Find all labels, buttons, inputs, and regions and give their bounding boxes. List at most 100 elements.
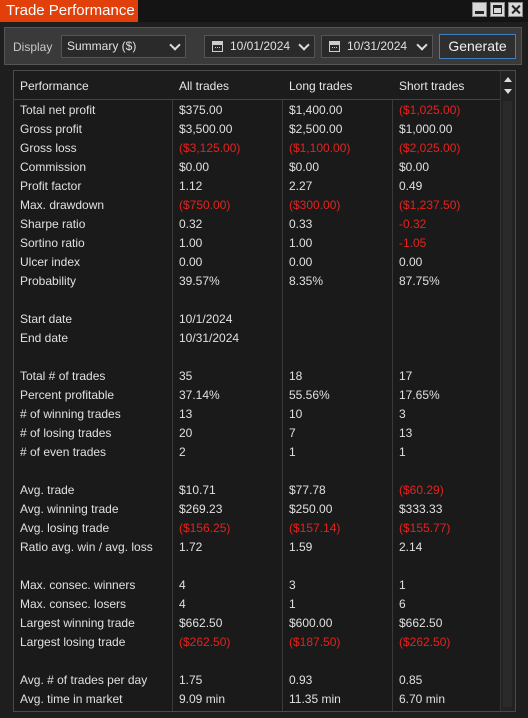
short-trades-value: -0.32 — [399, 217, 427, 231]
all-trades-value: ($750.00) — [179, 198, 231, 212]
all-trades-value: 9.09 min — [179, 692, 226, 706]
row-label: Total # of trades — [20, 369, 106, 383]
short-trades-value: $1,000.00 — [399, 122, 453, 136]
all-trades-value: 20 — [179, 426, 193, 440]
table-row[interactable]: Max. drawdown ($750.00) ($300.00) ($1,237.5… — [14, 195, 502, 214]
table-row[interactable]: Commission $0.00 $0.00 $0.00 — [14, 157, 502, 176]
table-row[interactable]: End date 10/31/2024 — [14, 328, 502, 347]
table-row[interactable] — [14, 461, 502, 480]
close-icon[interactable] — [508, 2, 523, 17]
table-row[interactable]: Avg. winning trade $269.23 $250.00 $333.33 — [14, 499, 502, 518]
column-header-long-trades[interactable]: Long trades — [289, 79, 352, 93]
all-trades-value: 2 — [179, 445, 186, 459]
table-row[interactable]: Total net profit $375.00 $1,400.00 ($1,025.… — [14, 100, 502, 119]
display-select[interactable]: Summary ($) — [61, 35, 186, 58]
long-trades-value: 18 — [289, 369, 303, 383]
table-row[interactable]: Sortino ratio 1.00 1.00 -1.05 — [14, 233, 502, 252]
table-row[interactable]: Avg. trade $10.71 $77.78 ($60.29) — [14, 480, 502, 499]
column-header-all-trades[interactable]: All trades — [179, 79, 229, 93]
chevron-down-icon — [169, 39, 181, 51]
all-trades-value: 4 — [179, 597, 186, 611]
short-trades-value: ($1,237.50) — [399, 198, 461, 212]
table-row[interactable]: Avg. # of trades per day 1.75 0.93 0.85 — [14, 670, 502, 689]
all-trades-value: 39.57% — [179, 274, 220, 288]
scroll-up-icon[interactable] — [504, 77, 512, 82]
table-row[interactable]: # of even trades 2 1 1 — [14, 442, 502, 461]
table-row[interactable] — [14, 651, 502, 670]
table-row[interactable] — [14, 347, 502, 366]
table-row[interactable]: Sharpe ratio 0.32 0.33 -0.32 — [14, 214, 502, 233]
table-row[interactable]: Probability 39.57% 8.35% 87.75% — [14, 271, 502, 290]
generate-button[interactable]: Generate — [439, 34, 516, 59]
minimize-icon[interactable] — [472, 2, 487, 17]
short-trades-value: 17 — [399, 369, 413, 383]
table-row[interactable] — [14, 556, 502, 575]
short-trades-value: ($60.29) — [399, 483, 444, 497]
short-trades-value: 2.14 — [399, 540, 423, 554]
table-row[interactable]: Max. consec. losers 4 1 6 — [14, 594, 502, 613]
table-row[interactable]: Ulcer index 0.00 0.00 0.00 — [14, 252, 502, 271]
table-row[interactable]: Ratio avg. win / avg. loss 1.72 1.59 2.14 — [14, 537, 502, 556]
table-row[interactable]: Percent profitable 37.14% 55.56% 17.65% — [14, 385, 502, 404]
short-trades-value: ($262.50) — [399, 635, 451, 649]
row-label: Gross loss — [20, 141, 77, 155]
long-trades-value: ($300.00) — [289, 198, 341, 212]
start-date-picker[interactable]: 10/01/2024 — [204, 35, 315, 58]
scroll-down-icon[interactable] — [504, 89, 512, 94]
all-trades-value: $662.50 — [179, 616, 223, 630]
short-trades-value: ($1,025.00) — [399, 103, 461, 117]
table-row[interactable] — [14, 290, 502, 309]
long-trades-value: 8.35% — [289, 274, 324, 288]
all-trades-value: 1.75 — [179, 673, 203, 687]
table-row[interactable]: Start date 10/1/2024 — [14, 309, 502, 328]
all-trades-value: 13 — [179, 407, 193, 421]
row-label: Start date — [20, 312, 73, 326]
row-label: # of winning trades — [20, 407, 121, 421]
table-row[interactable]: Largest winning trade $662.50 $600.00 $662.… — [14, 613, 502, 632]
short-trades-value: 0.49 — [399, 179, 423, 193]
window-title[interactable]: Trade Performance — [0, 0, 138, 22]
table-row[interactable]: Gross profit $3,500.00 $2,500.00 $1,000.00 — [14, 119, 502, 138]
row-label: # of losing trades — [20, 426, 112, 440]
table-row[interactable]: Total # of trades 35 18 17 — [14, 366, 502, 385]
row-label: Gross profit — [20, 122, 83, 136]
column-header-short-trades[interactable]: Short trades — [399, 79, 464, 93]
table-row[interactable]: Gross loss ($3,125.00) ($1,100.00) ($2,025.… — [14, 138, 502, 157]
table-row[interactable]: Profit factor 1.12 2.27 0.49 — [14, 176, 502, 195]
row-label: Percent profitable — [20, 388, 115, 402]
long-trades-value: 2.27 — [289, 179, 313, 193]
maximize-icon[interactable] — [490, 2, 505, 17]
end-date-picker[interactable]: 10/31/2024 — [321, 35, 433, 58]
performance-grid: Performance All trades Long trades Short… — [13, 70, 516, 712]
all-trades-value: 4 — [179, 578, 186, 592]
row-label: Sharpe ratio — [20, 217, 86, 231]
short-trades-value: 1 — [399, 445, 406, 459]
scrollbar-thumb[interactable] — [503, 101, 512, 707]
table-row[interactable]: Max. consec. winners 4 3 1 — [14, 575, 502, 594]
row-label: Largest winning trade — [20, 616, 135, 630]
all-trades-value: 1.00 — [179, 236, 203, 250]
all-trades-value: 1.72 — [179, 540, 203, 554]
short-trades-value: 0.85 — [399, 673, 423, 687]
short-trades-value: ($155.77) — [399, 521, 451, 535]
all-trades-value: 1.12 — [179, 179, 203, 193]
all-trades-value: ($262.50) — [179, 635, 231, 649]
long-trades-value: $250.00 — [289, 502, 333, 516]
row-label: Profit factor — [20, 179, 82, 193]
long-trades-value: 55.56% — [289, 388, 330, 402]
long-trades-value: 10 — [289, 407, 303, 421]
column-header-performance[interactable]: Performance — [20, 79, 89, 93]
end-date-value: 10/31/2024 — [347, 39, 408, 53]
all-trades-value: 10/1/2024 — [179, 312, 233, 326]
table-row[interactable]: Avg. losing trade ($156.25) ($157.14) ($155… — [14, 518, 502, 537]
table-row[interactable]: # of winning trades 13 10 3 — [14, 404, 502, 423]
short-trades-value: $0.00 — [399, 160, 430, 174]
chevron-down-icon — [298, 39, 310, 51]
table-row[interactable]: Largest losing trade ($262.50) ($187.50) ($… — [14, 632, 502, 651]
table-row[interactable]: # of losing trades 20 7 13 — [14, 423, 502, 442]
row-label: Avg. # of trades per day — [20, 673, 148, 687]
vertical-scrollbar[interactable] — [500, 71, 515, 711]
table-row[interactable]: Avg. time in market 9.09 min 11.35 min 6.70… — [14, 689, 502, 708]
all-trades-value: 10/31/2024 — [179, 331, 240, 345]
all-trades-value: ($156.25) — [179, 521, 231, 535]
